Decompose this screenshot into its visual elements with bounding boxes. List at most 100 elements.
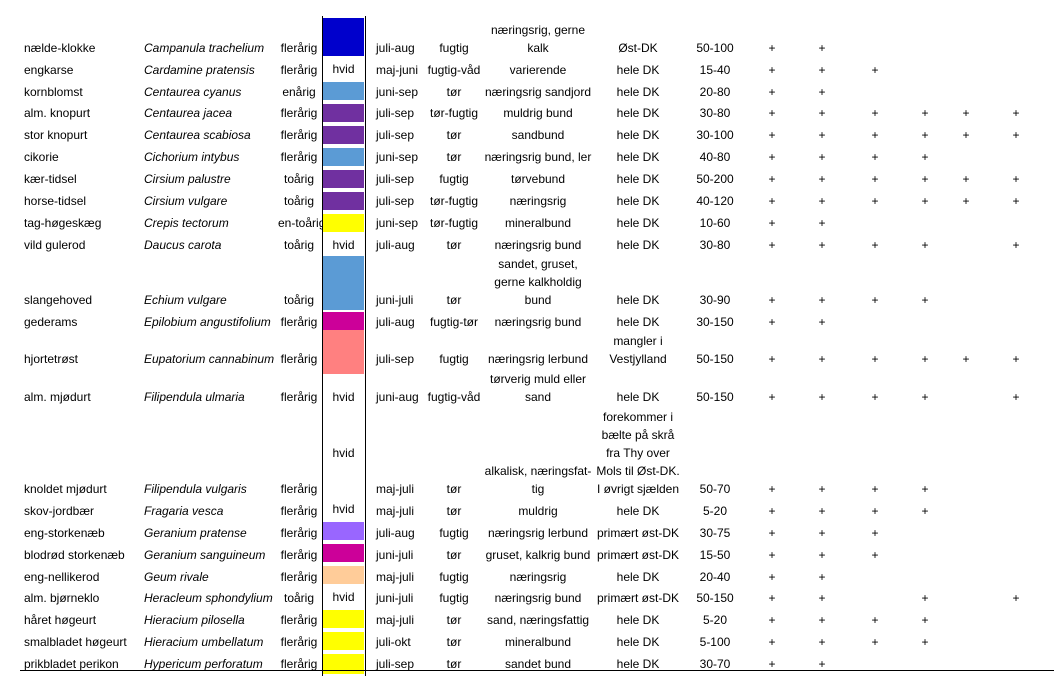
habitat-mark: + xyxy=(768,63,776,77)
habitat-mark: + xyxy=(768,482,776,496)
life-cycle: toårig xyxy=(283,293,315,307)
distribution: hele DK xyxy=(616,570,660,584)
height-cm: 40-120 xyxy=(696,194,734,208)
height-cm: 20-40 xyxy=(699,570,731,584)
moisture: fugtig xyxy=(439,591,469,605)
distribution: Øst-DK xyxy=(618,41,658,55)
habitat-mark: + xyxy=(921,172,929,186)
life-cycle: flerårig xyxy=(280,128,318,142)
latin-name: Cirsium vulgare xyxy=(144,194,228,208)
habitat-mark: + xyxy=(818,548,826,562)
moisture: tør-fugtig xyxy=(429,216,478,230)
moisture: fugtig xyxy=(439,172,469,186)
soil-type: næringsrig bund xyxy=(494,591,582,605)
soil-type: næringsrig bund xyxy=(494,315,582,329)
moisture: tør xyxy=(446,128,462,142)
habitat-mark: + xyxy=(818,238,826,252)
distribution: primært øst-DK xyxy=(597,591,679,605)
habitat-mark: + xyxy=(818,106,826,120)
latin-name: Centaurea scabiosa xyxy=(144,128,251,142)
moisture: tør xyxy=(446,482,462,496)
height-cm: 5-100 xyxy=(699,635,731,649)
habitat-mark: + xyxy=(1012,194,1020,208)
distribution: hele DK xyxy=(616,172,660,186)
flower-color-swatch xyxy=(323,126,364,144)
life-cycle: toårig xyxy=(283,194,315,208)
common-name: håret høgeurt xyxy=(24,613,97,627)
distribution: hele DK xyxy=(616,106,660,120)
habitat-mark: + xyxy=(871,293,879,307)
soil-type: sandet, gruset, gerne kalkholdig bund xyxy=(494,257,582,307)
soil-type: sand, næringsfattig xyxy=(486,613,590,627)
habitat-mark: + xyxy=(921,613,929,627)
height-cm: 15-50 xyxy=(699,548,731,562)
habitat-mark: + xyxy=(818,128,826,142)
habitat-mark: + xyxy=(768,315,776,329)
habitat-mark: + xyxy=(1012,390,1020,404)
latin-name: Hieracium umbellatum xyxy=(144,635,264,649)
flower-color-swatch xyxy=(323,544,364,562)
life-cycle: flerårig xyxy=(280,613,318,627)
habitat-mark: + xyxy=(818,526,826,540)
common-name: stor knopurt xyxy=(24,128,88,142)
life-cycle: enårig xyxy=(282,85,316,99)
latin-name: Geranium pratense xyxy=(144,526,247,540)
habitat-mark: + xyxy=(768,526,776,540)
habitat-mark: + xyxy=(871,63,879,77)
height-cm: 5-20 xyxy=(702,504,728,518)
common-name: hjortetrøst xyxy=(24,352,79,366)
latin-name: Centaurea cyanus xyxy=(144,85,242,99)
latin-name: Cichorium intybus xyxy=(144,150,240,164)
habitat-mark: + xyxy=(818,482,826,496)
habitat-mark: + xyxy=(768,150,776,164)
latin-name: Crepis tectorum xyxy=(144,216,229,230)
moisture: tør xyxy=(446,293,462,307)
height-cm: 50-150 xyxy=(696,352,734,366)
habitat-mark: + xyxy=(818,194,826,208)
soil-type: næringsrig xyxy=(509,194,567,208)
common-name: vild gulerod xyxy=(24,238,86,252)
moisture: tør-fugtig xyxy=(429,194,478,208)
habitat-mark: + xyxy=(871,194,879,208)
common-name: nælde-klokke xyxy=(24,41,96,55)
latin-name: Filipendula ulmaria xyxy=(144,390,245,404)
height-cm: 30-80 xyxy=(699,106,731,120)
flower-color-swatch xyxy=(323,148,364,166)
habitat-mark: + xyxy=(1012,128,1020,142)
soil-type: muldrig xyxy=(518,504,558,518)
habitat-mark: + xyxy=(871,613,879,627)
habitat-mark: + xyxy=(1012,106,1020,120)
habitat-mark: + xyxy=(768,504,776,518)
flower-color-swatch: hvid xyxy=(323,408,364,498)
flower-color-swatch xyxy=(323,82,364,100)
life-cycle: flerårig xyxy=(280,41,318,55)
life-cycle: en-toårig xyxy=(278,216,326,230)
habitat-mark: + xyxy=(921,238,929,252)
life-cycle: flerårig xyxy=(280,106,318,120)
habitat-mark: + xyxy=(768,194,776,208)
height-cm: 10-60 xyxy=(699,216,731,230)
distribution: primært øst-DK xyxy=(597,526,679,540)
distribution: primært øst-DK xyxy=(597,548,679,562)
habitat-mark: + xyxy=(768,613,776,627)
common-name: cikorie xyxy=(24,150,59,164)
common-name: alm. mjødurt xyxy=(24,390,91,404)
moisture: fugtig xyxy=(439,41,469,55)
common-name: knoldet mjødurt xyxy=(24,482,107,496)
habitat-mark: + xyxy=(1012,591,1020,605)
height-cm: 50-200 xyxy=(696,172,734,186)
common-name: alm. knopurt xyxy=(24,106,91,120)
life-cycle: flerårig xyxy=(280,570,318,584)
distribution: hele DK xyxy=(616,390,660,404)
plant-table: nælde-klokke Campanula trachelium flerårig… xyxy=(0,0,1064,676)
habitat-mark: + xyxy=(871,635,879,649)
common-name: blodrød storkenæb xyxy=(24,548,125,562)
habitat-mark: + xyxy=(921,482,929,496)
distribution: hele DK xyxy=(616,635,660,649)
habitat-mark: + xyxy=(818,635,826,649)
habitat-mark: + xyxy=(962,194,970,208)
distribution: mangler i Vestjylland xyxy=(609,334,667,366)
moisture: fugtig-våd xyxy=(427,390,481,404)
latin-name: Echium vulgare xyxy=(144,293,227,307)
soil-type: varierende xyxy=(509,63,567,77)
